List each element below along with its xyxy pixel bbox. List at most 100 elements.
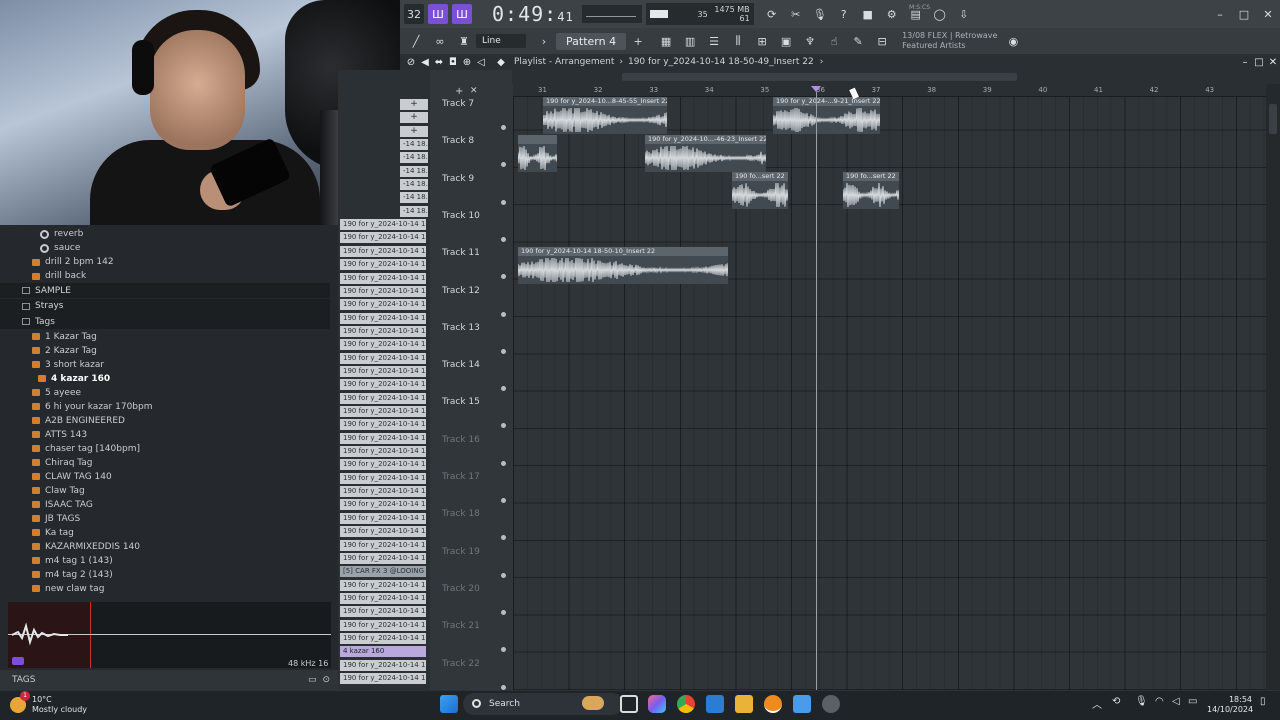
chevron-right-icon[interactable]: › [534, 31, 554, 51]
track-active-led[interactable] [501, 199, 506, 205]
track-name[interactable]: Track 19 [442, 547, 512, 557]
channel-rack-icon[interactable]: ☰ [704, 31, 724, 51]
track-active-led[interactable] [501, 460, 506, 466]
track-active-led[interactable] [501, 236, 506, 242]
chevron-right-icon[interactable]: › [820, 57, 824, 67]
metronome-icon[interactable]: ⟳ [762, 4, 782, 24]
save-icon[interactable]: ■ [858, 4, 878, 24]
track-name[interactable]: Track 21 [442, 621, 512, 631]
add-clip-button[interactable]: + [400, 112, 428, 123]
clip-source-item[interactable]: 190 for y_2024-10-14 18. [340, 379, 426, 391]
browser-item[interactable]: ATTS 143 [0, 428, 330, 442]
clip-source-item[interactable]: 190 for y_2024-10-14 18. [340, 579, 426, 591]
clip-source-item[interactable]: 190 for y_2024-10-14 18. [340, 419, 426, 431]
stamp-icon[interactable]: ♜ [454, 31, 474, 51]
stop-icon[interactable]: ⊘ [404, 57, 418, 68]
minimize-icon[interactable]: – [1210, 4, 1230, 24]
piano-roll-icon[interactable]: ▥ [680, 31, 700, 51]
browser-item[interactable]: 4 kazar 160 [0, 372, 330, 386]
clip-source-item[interactable]: 190 for y_2024-10-14 18. [340, 245, 426, 257]
clip-source-item[interactable]: 190 for y_2024-10-14 18. [340, 673, 426, 684]
clip-source-item[interactable]: 190 for y_2024-10-14 18. [340, 406, 426, 417]
clip-source-item[interactable]: 190 for y_2024-10-14 18. [340, 499, 426, 511]
clip-source-item[interactable]: 190 for y_2024-10-14 18. [340, 592, 426, 604]
copilot-icon[interactable] [648, 695, 666, 713]
clip-source-item[interactable]: 190 for y_2024-10-14 18. [340, 606, 426, 618]
clip-source-item[interactable]: 190 for y_2024-10-14 18. [340, 312, 426, 324]
track-active-led[interactable] [501, 386, 506, 392]
browser-item[interactable]: Chiraq Tag [0, 456, 330, 470]
clip-source-item[interactable]: -14 18. [400, 165, 428, 177]
track-active-led[interactable] [501, 647, 506, 653]
browser-item[interactable]: drill back [0, 269, 330, 283]
track-active-led[interactable] [501, 572, 506, 578]
track-name[interactable]: Track 16 [442, 435, 512, 445]
clip-source-item[interactable]: 190 for y_2024-10-14 18. [340, 459, 426, 471]
clip-source-item[interactable]: 190 for y_2024-10-14 18. [340, 325, 426, 337]
clip-source-item[interactable]: 190 for y_2024-10-14 18. [340, 259, 426, 271]
plugin-db-icon[interactable]: ▣ [776, 31, 796, 51]
browser-item[interactable]: m4 tag 1 (143) [0, 554, 330, 568]
browser-folder[interactable]: Tags [0, 314, 330, 329]
battery-icon[interactable]: ▭ [1188, 696, 1197, 707]
clip-source-item[interactable]: 190 for y_2024-10-14 18. [340, 446, 426, 458]
help-icon[interactable]: ? [834, 4, 854, 24]
track-active-led[interactable] [501, 274, 506, 280]
timeline-ruler[interactable]: 31 32 33 34 35 36 37 38 39 40 41 42 43 [513, 84, 1266, 97]
browser-item[interactable]: m4 tag 2 (143) [0, 568, 330, 582]
track-active-led[interactable] [501, 348, 506, 354]
chat-icon[interactable]: ◯ [930, 4, 950, 24]
mic-icon[interactable]: 🎙 [810, 4, 830, 24]
track-active-led[interactable] [501, 311, 506, 317]
playhead[interactable] [816, 92, 817, 690]
horizontal-scrollbar[interactable] [512, 70, 1280, 84]
clip-source-item[interactable]: 190 for y_2024-10-14 18. [340, 219, 426, 231]
scrollbar-thumb[interactable] [1269, 104, 1277, 134]
microphone-tray-icon[interactable]: 🎙 [1135, 696, 1148, 707]
track-name[interactable]: Track 11 [442, 248, 512, 258]
file-explorer-icon[interactable] [735, 695, 753, 713]
audio-clip[interactable]: 190 for y_2024-10-14 18-50-10_Insert 22 [518, 247, 728, 284]
plugin-icon[interactable]: ⚙ [882, 4, 902, 24]
browser-item[interactable]: A2B ENGINEERED [0, 414, 330, 428]
track-active-led[interactable] [501, 423, 506, 429]
track-active-led[interactable] [501, 162, 506, 168]
clip-source-item[interactable]: -14 18. [400, 179, 428, 191]
search-icon[interactable]: ⊙ [322, 675, 330, 685]
scrollbar-thumb[interactable] [622, 73, 1017, 81]
master-volume-slider[interactable] [581, 5, 642, 23]
browser-item[interactable]: 3 short kazar [0, 358, 330, 372]
browser-folder[interactable]: Strays [0, 298, 330, 314]
system-clock[interactable]: 18:54 14/10/2024 [1207, 695, 1253, 715]
browser-item[interactable]: JB TAGS [0, 512, 330, 526]
maximize-icon[interactable]: □ [1252, 57, 1266, 68]
clip-source-item[interactable]: 190 for y_2024-10-14 18. [340, 352, 426, 364]
clip-source-item[interactable]: 190 for y_2024-10-14 18. [340, 232, 426, 244]
link-icon[interactable]: ∞ [430, 31, 450, 51]
clip-source-item[interactable]: 190 for y_2024-10-14 18. [340, 472, 426, 484]
widget-icon[interactable] [582, 696, 604, 710]
browser-folder[interactable]: SAMPLE [0, 283, 330, 298]
volume-icon[interactable]: ◁ [1172, 696, 1180, 707]
fl-studio-icon[interactable] [764, 695, 782, 713]
track-active-led[interactable] [501, 498, 506, 503]
track-name[interactable]: Track 12 [442, 286, 512, 296]
vertical-scrollbar[interactable] [1266, 84, 1280, 690]
clip-source-item[interactable]: 190 for y_2024-10-14 18. [340, 512, 426, 524]
audio-clip[interactable]: 190 for y_2024-10...-46-23_Insert 22 [645, 135, 766, 172]
folder-icon[interactable]: ▭ [308, 675, 317, 685]
add-track-icon[interactable]: + [455, 86, 463, 97]
slip-icon[interactable]: ⬌ [432, 57, 446, 68]
clip-source-item[interactable]: 190 for y_2024-10-14 18. [340, 659, 426, 671]
clip-source-item[interactable]: -14 18. [400, 152, 428, 164]
clip-source-item[interactable]: 190 for y_2024-10-14 18. [340, 632, 426, 644]
minimize-icon[interactable]: – [1238, 57, 1252, 68]
mode-song-button[interactable]: Ш [452, 4, 472, 24]
clip-source-item[interactable]: 190 for y_2024-10-14 18. [340, 619, 426, 631]
audio-clip[interactable]: 190 for y_2024-...9-21_Insert 22 [773, 97, 880, 134]
audio-clip[interactable] [518, 135, 557, 172]
cart-icon[interactable]: ⊟ [872, 31, 892, 51]
browser-item[interactable]: KAZARMIXEDDIS 140 [0, 540, 330, 554]
close-icon[interactable]: ✕ [470, 86, 478, 96]
preview-play-button[interactable] [12, 657, 24, 665]
